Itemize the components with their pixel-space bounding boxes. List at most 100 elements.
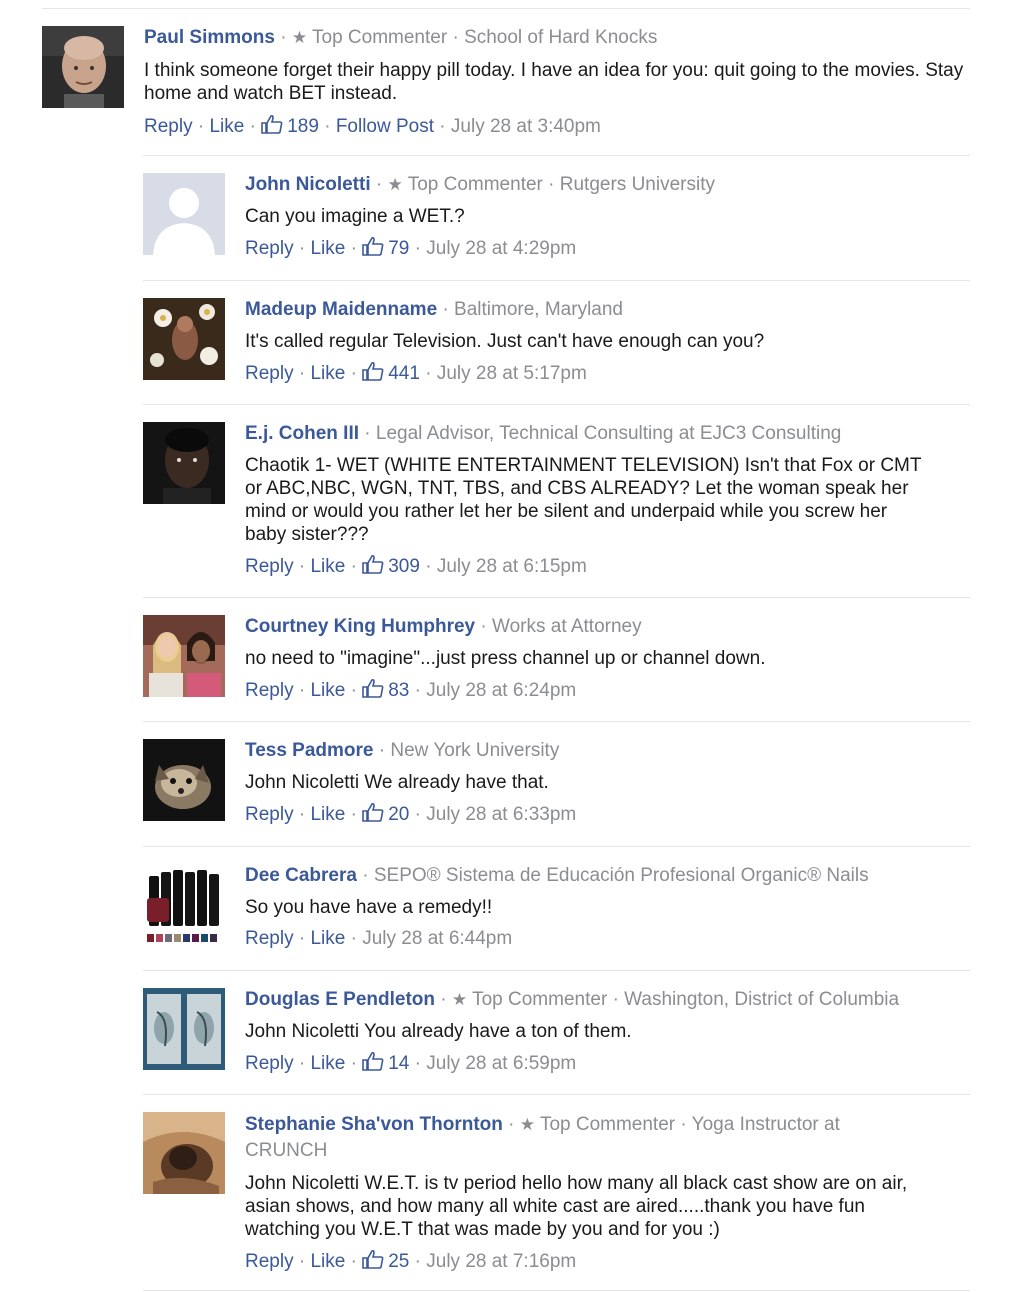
- commenter-affiliation[interactable]: New York University: [390, 740, 559, 761]
- avatar[interactable]: [143, 422, 225, 504]
- separator: ·: [548, 174, 560, 195]
- reply-link[interactable]: Reply: [144, 116, 193, 137]
- divider: [143, 1094, 970, 1095]
- commenter-name[interactable]: E.j. Cohen III: [245, 423, 359, 444]
- avatar[interactable]: [143, 864, 225, 946]
- divider: [143, 970, 970, 971]
- divider: [143, 721, 970, 722]
- like-link[interactable]: Like: [310, 804, 345, 825]
- reply-link[interactable]: Reply: [245, 1251, 294, 1272]
- avatar[interactable]: [143, 298, 225, 380]
- like-link[interactable]: Like: [310, 363, 345, 384]
- like-link[interactable]: Like: [310, 928, 345, 949]
- thumbs-up-icon: [261, 114, 283, 134]
- star-icon: ★: [291, 28, 308, 47]
- avatar[interactable]: [143, 615, 225, 697]
- timestamp[interactable]: July 28 at 6:44pm: [362, 928, 512, 949]
- commenter-affiliation[interactable]: Works at Attorney: [492, 616, 642, 637]
- separator: ·: [280, 27, 292, 48]
- divider: [143, 155, 970, 156]
- commenter-affiliation[interactable]: School of Hard Knocks: [464, 27, 657, 48]
- thumbs-up-icon: [362, 236, 384, 256]
- commenter-name[interactable]: Paul Simmons: [144, 27, 275, 48]
- divider: [143, 1290, 970, 1291]
- commenter-name[interactable]: Dee Cabrera: [245, 865, 357, 886]
- comment-text: no need to "imagine"...just press channe…: [245, 648, 766, 669]
- commenter-affiliation[interactable]: Rutgers University: [560, 174, 715, 195]
- like-count[interactable]: 25: [388, 1251, 409, 1272]
- comment-text: John Nicoletti We already have that.: [245, 772, 549, 793]
- like-link[interactable]: Like: [310, 1053, 345, 1074]
- comment-text: Chaotik 1- WET (WHITE ENTERTAINMENT TELE…: [245, 455, 922, 545]
- avatar[interactable]: [42, 26, 124, 108]
- thumbs-up-icon: [362, 1051, 384, 1071]
- thumbs-up-icon: [362, 678, 384, 698]
- separator: ·: [362, 865, 374, 886]
- comment-text: Can you imagine a WET.?: [245, 206, 465, 227]
- separator: ·: [480, 616, 493, 637]
- separator: ·: [452, 27, 465, 48]
- commenter-affiliation[interactable]: Baltimore, Maryland: [454, 299, 623, 320]
- separator: ·: [612, 989, 625, 1010]
- like-link[interactable]: Like: [310, 1251, 345, 1272]
- separator: ·: [508, 1114, 520, 1135]
- reply-link[interactable]: Reply: [245, 238, 294, 259]
- comment-text: It's called regular Television. Just can…: [245, 331, 765, 352]
- like-link[interactable]: Like: [209, 116, 244, 137]
- commenter-name[interactable]: Courtney King Humphrey: [245, 616, 475, 637]
- top-commenter-badge: Top Commenter: [539, 1114, 676, 1135]
- avatar[interactable]: [143, 1112, 225, 1194]
- like-count[interactable]: 79: [388, 238, 409, 259]
- reply-link[interactable]: Reply: [245, 680, 294, 701]
- divider: [143, 404, 970, 405]
- like-count[interactable]: 189: [287, 116, 319, 137]
- like-link[interactable]: Like: [310, 680, 345, 701]
- top-commenter-badge: Top Commenter: [407, 174, 543, 195]
- star-icon: ★: [451, 990, 468, 1009]
- thumbs-up-icon: [362, 802, 384, 822]
- commenter-name[interactable]: Madeup Maidenname: [245, 299, 437, 320]
- like-count[interactable]: 14: [388, 1053, 409, 1074]
- comment-text: I think someone forget their happy pill …: [144, 60, 964, 104]
- star-icon: ★: [519, 1115, 535, 1134]
- star-icon: ★: [387, 175, 403, 194]
- separator: ·: [375, 174, 388, 195]
- divider: [42, 8, 970, 9]
- like-count[interactable]: 441: [388, 363, 420, 384]
- timestamp[interactable]: July 28 at 4:29pm: [426, 238, 576, 259]
- commenter-affiliation[interactable]: Legal Advisor, Technical Consulting at E…: [376, 423, 841, 444]
- commenter-name[interactable]: Tess Padmore: [245, 740, 373, 761]
- avatar[interactable]: [143, 988, 225, 1070]
- like-count[interactable]: 83: [388, 680, 409, 701]
- commenter-affiliation[interactable]: Washington, District of Columbia: [624, 989, 899, 1010]
- timestamp[interactable]: July 28 at 7:16pm: [426, 1251, 576, 1272]
- thumbs-up-icon: [362, 361, 384, 381]
- separator: ·: [680, 1114, 692, 1135]
- thumbs-up-icon: [362, 1249, 384, 1269]
- like-count[interactable]: 309: [388, 556, 420, 577]
- thumbs-up-icon: [362, 554, 384, 574]
- timestamp[interactable]: July 28 at 5:17pm: [437, 363, 587, 384]
- divider: [143, 597, 970, 598]
- reply-link[interactable]: Reply: [245, 363, 294, 384]
- like-link[interactable]: Like: [310, 238, 345, 259]
- like-link[interactable]: Like: [310, 556, 345, 577]
- timestamp[interactable]: July 28 at 6:59pm: [426, 1053, 576, 1074]
- timestamp[interactable]: July 28 at 6:33pm: [426, 804, 576, 825]
- commenter-name[interactable]: John Nicoletti: [245, 174, 371, 195]
- commenter-name[interactable]: Douglas E Pendleton: [245, 989, 435, 1010]
- comment-text: John Nicoletti W.E.T. is tv period hello…: [245, 1173, 908, 1240]
- commenter-affiliation[interactable]: SEPO® Sistema de Educación Profesional O…: [374, 865, 869, 886]
- commenter-name[interactable]: Stephanie Sha'von Thornton: [245, 1114, 503, 1135]
- reply-link[interactable]: Reply: [245, 804, 294, 825]
- reply-link[interactable]: Reply: [245, 928, 294, 949]
- follow-post-link[interactable]: Follow Post: [336, 116, 434, 137]
- reply-link[interactable]: Reply: [245, 1053, 294, 1074]
- reply-link[interactable]: Reply: [245, 556, 294, 577]
- timestamp[interactable]: July 28 at 6:24pm: [426, 680, 576, 701]
- avatar[interactable]: [143, 173, 225, 255]
- timestamp[interactable]: July 28 at 6:15pm: [437, 556, 587, 577]
- timestamp[interactable]: July 28 at 3:40pm: [451, 116, 601, 137]
- like-count[interactable]: 20: [388, 804, 409, 825]
- avatar[interactable]: [143, 739, 225, 821]
